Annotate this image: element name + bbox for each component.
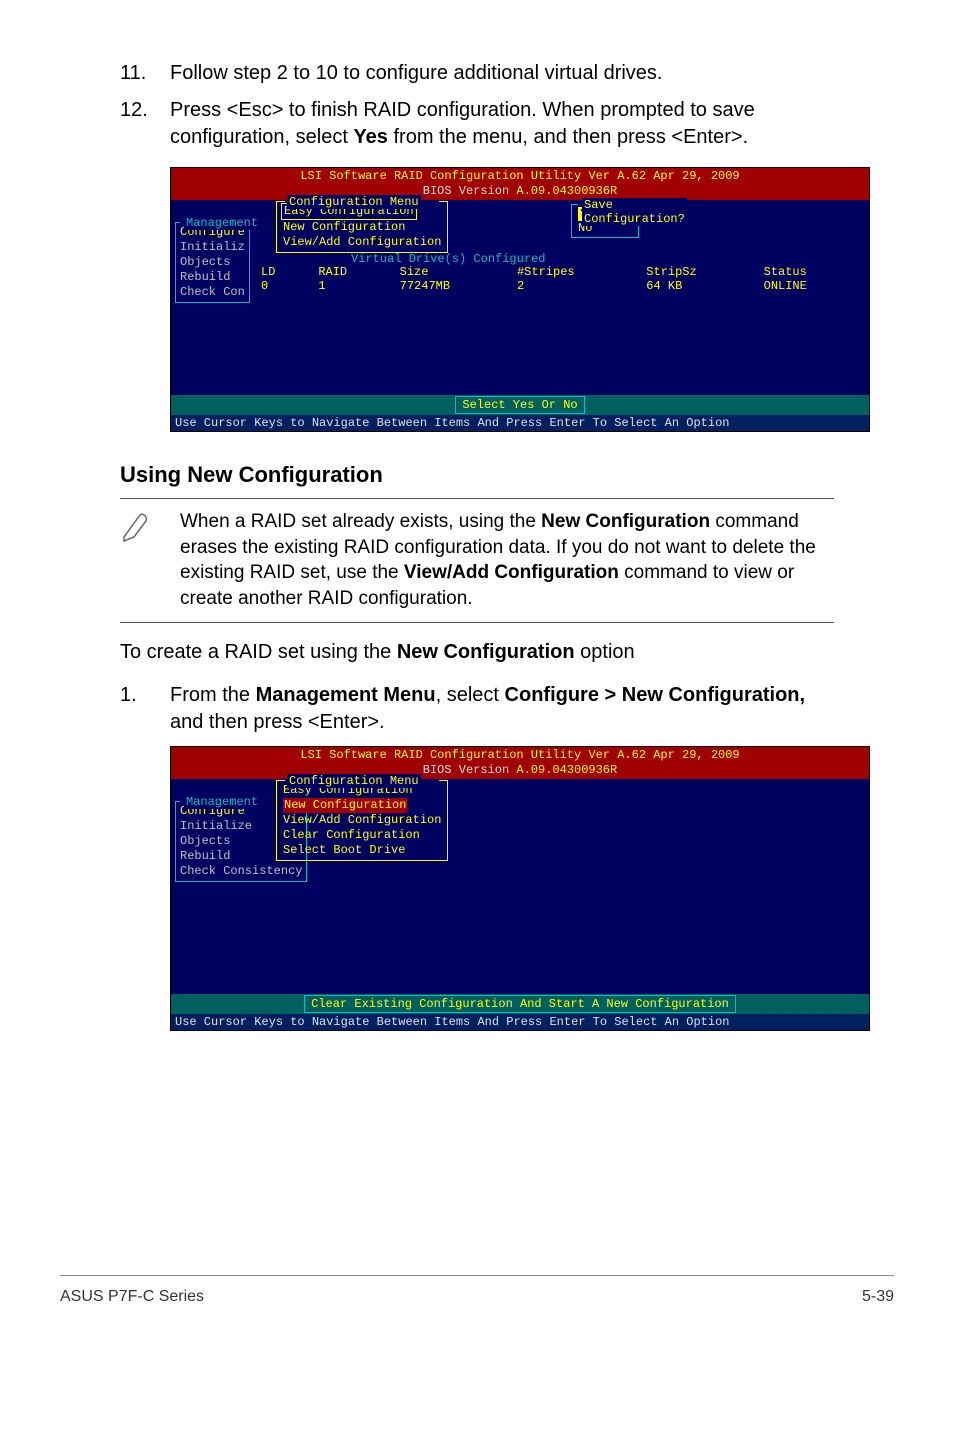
conf2-new[interactable]: New Configuration: [283, 798, 407, 813]
term1-body: Management Configure Initializ Objects R…: [171, 200, 869, 395]
page-footer: ASUS P7F-C Series 5-39: [60, 1288, 894, 1306]
save-configuration-dialog: Save Configuration? Yes No: [571, 204, 639, 238]
term2-body: Management Configure Initialize Objects …: [171, 779, 869, 994]
vdrive-table: LD RAID Size #Stripes StripSz Status 0 1…: [251, 265, 859, 293]
note-text: When a RAID set already exists, using th…: [180, 509, 834, 612]
footer-left: ASUS P7F-C Series: [60, 1288, 204, 1306]
step-1-text: From the Management Menu, select Configu…: [170, 682, 834, 736]
step-12-text: Press <Esc> to finish RAID configuration…: [170, 97, 834, 151]
management-menu: Management Configure Initializ Objects R…: [175, 222, 250, 303]
bios-screenshot-1: LSI Software RAID Configuration Utility …: [170, 167, 870, 432]
term2-header: LSI Software RAID Configuration Utility …: [171, 747, 869, 779]
term1-prompt: Select Yes Or No: [171, 395, 869, 415]
note-box: When a RAID set already exists, using th…: [120, 498, 834, 623]
step-1-num: 1.: [120, 682, 170, 736]
mgmt-initialize[interactable]: Initializ: [180, 240, 245, 255]
term1-header: LSI Software RAID Configuration Utility …: [171, 168, 869, 200]
term2-footer: Use Cursor Keys to Navigate Between Item…: [171, 1014, 869, 1030]
step-11-num: 11.: [120, 60, 170, 87]
conf-viewadd[interactable]: View/Add Configuration: [283, 235, 441, 250]
mgmt-rebuild[interactable]: Rebuild: [180, 270, 245, 285]
conf2-viewadd[interactable]: View/Add Configuration: [283, 813, 441, 828]
configuration-menu2: Configuration Menu Easy Configuration Ne…: [276, 780, 448, 861]
footer-rule: [60, 1275, 894, 1276]
vdrive-heading: Virtual Drive(s) Configured: [351, 252, 545, 266]
conf-new[interactable]: New Configuration: [283, 220, 441, 235]
mgmt-check-consistency[interactable]: Check Con: [180, 285, 245, 300]
term2-prompt: Clear Existing Configuration And Start A…: [171, 994, 869, 1014]
step-12-num: 12.: [120, 97, 170, 151]
conf2-selectboot[interactable]: Select Boot Drive: [283, 843, 441, 858]
footer-right: 5-39: [862, 1288, 894, 1306]
bios-screenshot-2: LSI Software RAID Configuration Utility …: [170, 746, 870, 1031]
term1-footer: Use Cursor Keys to Navigate Between Item…: [171, 415, 869, 431]
note-icon: [120, 509, 180, 612]
section-heading: Using New Configuration: [120, 462, 834, 488]
configuration-menu: Configuration Menu Easy Configuration Ne…: [276, 201, 448, 253]
mgmt-objects[interactable]: Objects: [180, 255, 245, 270]
conf2-clear[interactable]: Clear Configuration: [283, 828, 441, 843]
mgmt2-check-consistency[interactable]: Check Consistency: [180, 864, 302, 879]
intro-para: To create a RAID set using the New Confi…: [120, 639, 834, 666]
step-11-text: Follow step 2 to 10 to configure additio…: [170, 60, 834, 87]
